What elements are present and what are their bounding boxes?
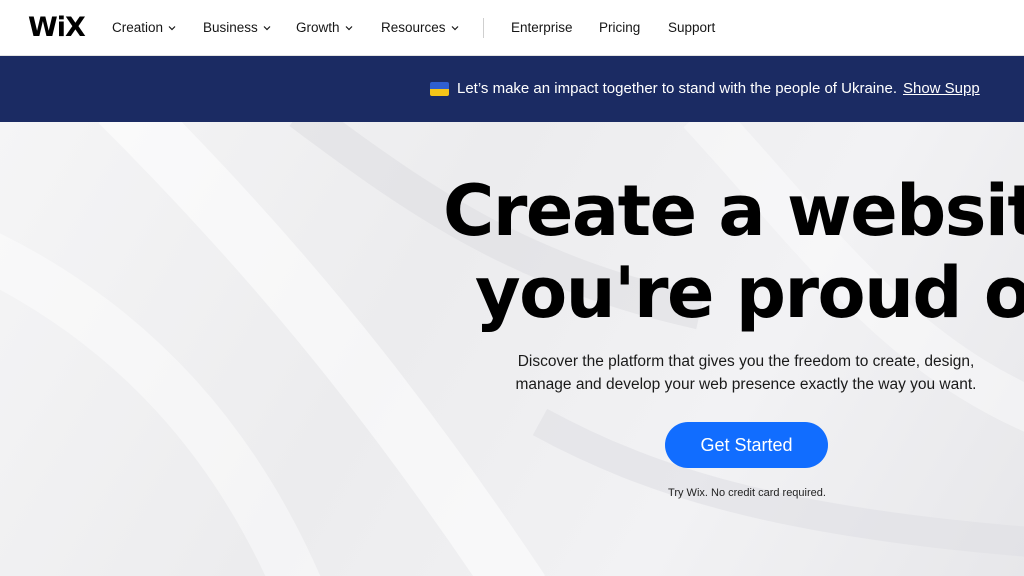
wix-logo[interactable]: WiX — [28, 12, 86, 44]
headline-line-1: Create a website — [443, 170, 1024, 252]
headline-line-2: you're proud of — [475, 252, 1024, 334]
nav-item-label: Support — [668, 20, 716, 35]
get-started-button[interactable]: Get Started — [665, 422, 828, 468]
nav-item-resources[interactable]: Resources — [381, 19, 460, 37]
nav-item-label: Business — [203, 20, 258, 35]
nav-item-label: Growth — [296, 20, 340, 35]
banner-content: Let’s make an impact together to stand w… — [430, 78, 980, 100]
show-support-link[interactable]: Show Supp — [903, 78, 980, 100]
hero-section: Create a website you're proud of Discove… — [0, 122, 1024, 576]
chevron-down-icon — [263, 26, 271, 31]
chevron-down-icon — [168, 26, 176, 31]
nav-item-growth[interactable]: Growth — [296, 19, 354, 37]
hero-headline: Create a website you're proud of — [443, 170, 1024, 334]
page: WiX Creation Business Growth Resources E… — [0, 0, 1024, 576]
nav-item-label: Creation — [112, 20, 164, 35]
chevron-down-icon — [345, 26, 352, 31]
nav-item-business[interactable]: Business — [203, 19, 272, 37]
ukraine-flag-icon — [430, 82, 449, 96]
top-nav: WiX Creation Business Growth Resources E… — [0, 0, 1024, 56]
nav-item-support[interactable]: Support — [668, 19, 715, 37]
subtitle-line-2: manage and develop your web presence exa… — [515, 376, 977, 393]
chevron-down-icon — [451, 26, 458, 31]
hero-subtitle: Discover the platform that gives you the… — [496, 350, 996, 396]
nav-item-label: Resources — [381, 20, 446, 35]
subtitle-line-1: Discover the platform that gives you the… — [517, 353, 975, 370]
nav-item-label: Enterprise — [511, 20, 573, 35]
nav-item-label: Pricing — [599, 20, 641, 35]
nav-divider — [483, 18, 484, 38]
ukraine-banner: Let’s make an impact together to stand w… — [0, 56, 1024, 122]
nav-item-pricing[interactable]: Pricing — [599, 19, 640, 37]
nav-item-creation[interactable]: Creation — [112, 19, 177, 37]
no-credit-card-note: Try Wix. No credit card required. — [668, 487, 826, 499]
banner-text: Let’s make an impact together to stand w… — [457, 80, 897, 97]
nav-item-enterprise[interactable]: Enterprise — [511, 19, 573, 37]
